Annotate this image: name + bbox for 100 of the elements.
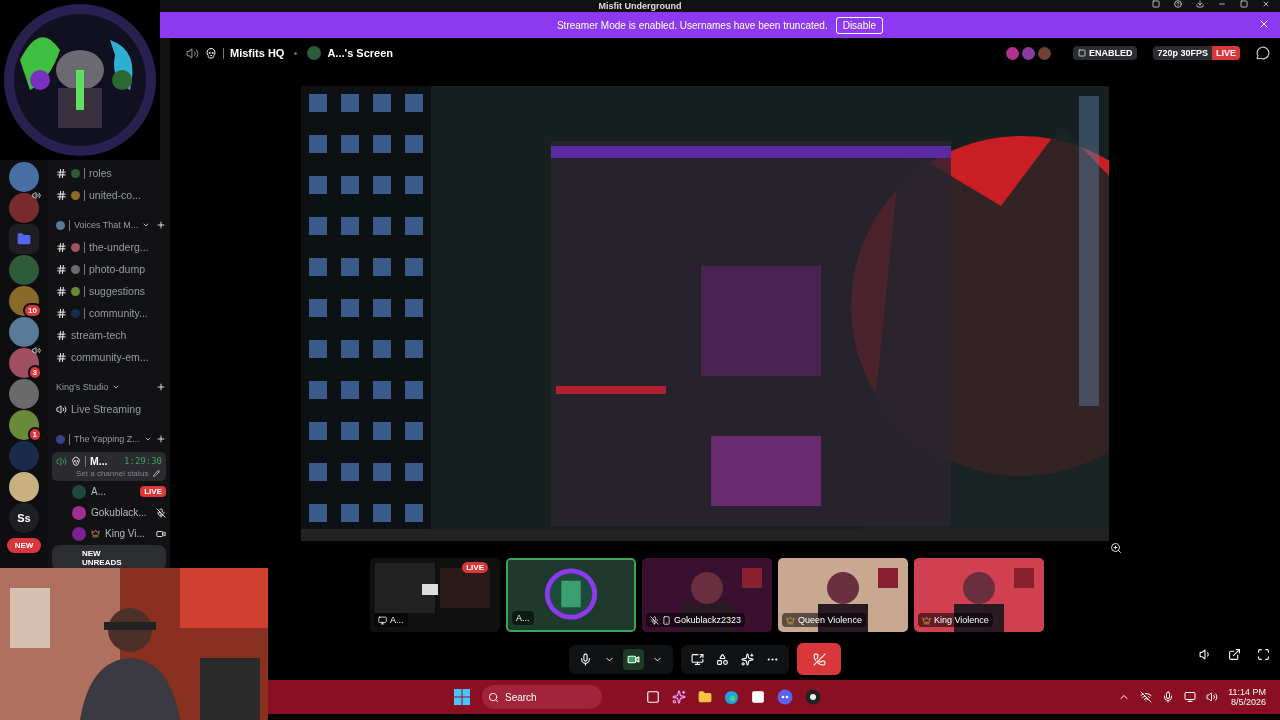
chat-icon[interactable]: [1256, 46, 1270, 60]
monitor-icon: [378, 615, 387, 625]
channel-name[interactable]: stream-tech: [71, 329, 127, 341]
skull-icon: [205, 47, 217, 59]
voice-channel-card[interactable]: M... 1:29:30 Set a channel status: [52, 452, 166, 481]
network-icon[interactable]: [1184, 691, 1197, 703]
member-name[interactable]: King Vi...: [105, 528, 145, 539]
download-icon[interactable]: [1196, 0, 1204, 8]
channel-status[interactable]: Set a channel status: [76, 469, 149, 478]
channel-name[interactable]: united-co...: [89, 189, 141, 201]
participant-name: A...: [516, 613, 530, 623]
quality-text: 720p 30FPS: [1156, 47, 1209, 60]
disable-button[interactable]: Disable: [835, 16, 884, 34]
hash-icon: [56, 307, 67, 319]
wifi-off-icon[interactable]: [1140, 691, 1153, 703]
mic-off-icon: [156, 507, 166, 518]
server-icon[interactable]: 3: [9, 348, 39, 378]
speaker-icon: [32, 346, 41, 355]
search-icon: [488, 691, 499, 703]
copilot-icon[interactable]: [672, 690, 686, 704]
plus-icon[interactable]: [156, 382, 166, 392]
stop-stream-button[interactable]: [797, 643, 841, 675]
hash-icon: [56, 241, 67, 253]
plus-icon[interactable]: [156, 434, 166, 444]
category-name[interactable]: King's Studio: [56, 382, 109, 392]
call-timer: 1:29:30: [124, 456, 162, 466]
chevron-down-icon: [112, 383, 121, 391]
close-icon[interactable]: [1262, 0, 1270, 8]
participant-tile[interactable]: Queen Violence: [778, 558, 908, 632]
pencil-icon: [152, 470, 160, 477]
popout-icon[interactable]: [1228, 648, 1241, 661]
camera-button[interactable]: [623, 648, 644, 670]
volume-icon[interactable]: [1206, 691, 1219, 703]
server-icon[interactable]: 1: [9, 410, 39, 440]
clock[interactable]: 11:14 PM 8/5/2026: [1228, 687, 1266, 707]
emoji-icon: [71, 308, 80, 318]
hash-icon: [56, 329, 67, 341]
channel-name[interactable]: community-em...: [71, 351, 149, 363]
speaker-icon: [186, 46, 199, 60]
participant-tile[interactable]: King Violence: [914, 558, 1044, 632]
server-icon[interactable]: 10: [9, 286, 39, 316]
store-icon[interactable]: [751, 690, 765, 704]
search-field[interactable]: Search: [482, 685, 602, 709]
server-folder[interactable]: [9, 224, 39, 254]
new-unreads-button[interactable]: NEW UNREADS: [52, 545, 166, 571]
member-name[interactable]: A...: [91, 486, 106, 497]
participant-tile[interactable]: LIVE A...: [370, 558, 500, 632]
close-button[interactable]: [1258, 18, 1270, 30]
close-icon: [1258, 18, 1270, 30]
recorder-icon[interactable]: [805, 689, 821, 705]
mic-icon[interactable]: [1162, 691, 1175, 703]
channel-name[interactable]: Live Streaming: [71, 403, 142, 415]
chat-app-icon[interactable]: [777, 689, 793, 705]
zoom-icon[interactable]: [1110, 542, 1122, 554]
chevron-down-icon: [142, 221, 151, 229]
maximize-icon[interactable]: [1240, 0, 1248, 8]
banner-text: Streamer Mode is enabled. Usernames have been truncated.: [556, 19, 828, 31]
channel-name[interactable]: community...: [89, 307, 148, 319]
hash-icon: [56, 285, 67, 297]
new-badge[interactable]: NEW: [6, 538, 42, 553]
minimize-icon[interactable]: [1218, 0, 1226, 8]
hash-icon: [56, 351, 67, 363]
hash-icon: [56, 189, 67, 201]
help-icon[interactable]: [1174, 0, 1182, 8]
crown-icon: [786, 615, 795, 625]
windows-logo-icon[interactable]: [454, 689, 470, 705]
viewer-avatar: [1021, 46, 1035, 60]
screen-share-icon: [691, 652, 704, 666]
participant-tile[interactable]: Gokublackz2323: [642, 558, 772, 632]
shapes-icon: [716, 652, 729, 666]
mic-off-icon: [650, 615, 659, 625]
plus-icon[interactable]: [156, 220, 166, 230]
category-name[interactable]: The Yapping Z...: [74, 434, 140, 444]
participant-tile[interactable]: A...: [506, 558, 636, 632]
server-icon[interactable]: [9, 317, 39, 347]
sparkles-icon: [741, 652, 754, 666]
channel-name[interactable]: photo-dump: [89, 263, 146, 275]
channel-name[interactable]: the-underg...: [89, 241, 149, 253]
folder-icon[interactable]: [698, 690, 712, 704]
channel-name[interactable]: roles: [89, 167, 112, 179]
stream-title: A...'s Screen: [327, 47, 393, 59]
emoji-icon: [71, 264, 80, 274]
volume-icon[interactable]: [1199, 648, 1212, 661]
category-name[interactable]: Voices That M...: [74, 220, 139, 230]
server-icon[interactable]: Ss: [9, 503, 39, 533]
skull-icon: [71, 456, 81, 466]
emoji-icon: [71, 242, 80, 252]
browser-icon[interactable]: [724, 689, 739, 705]
channel-name[interactable]: suggestions: [89, 285, 146, 297]
member-name[interactable]: Gokublack...: [91, 507, 147, 518]
fullscreen-icon[interactable]: [1257, 648, 1270, 661]
hash-icon: [56, 263, 67, 275]
live-badge: LIVE: [1212, 46, 1240, 60]
task-view-icon[interactable]: [646, 690, 660, 704]
user-avatar: [72, 484, 86, 499]
server-icon[interactable]: [9, 162, 39, 192]
server-icon[interactable]: [9, 472, 39, 502]
emoji-icon: [71, 190, 80, 200]
participant-name: A...: [390, 615, 404, 625]
user-avatar: [72, 526, 86, 541]
